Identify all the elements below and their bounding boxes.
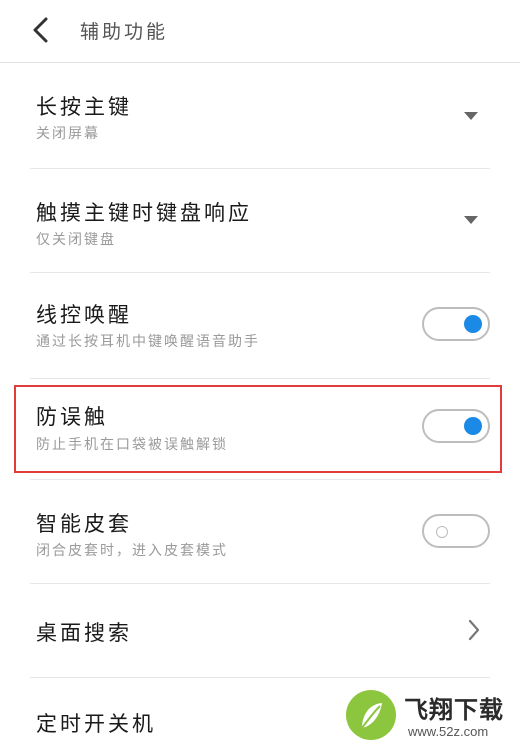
setting-title: 智能皮套	[36, 512, 132, 536]
setting-title: 触摸主键时键盘响应	[36, 201, 252, 225]
setting-smart-cover[interactable]: 智能皮套 闭合皮套时，进入皮套模式	[0, 480, 520, 584]
page-title: 辅助功能	[80, 21, 169, 43]
setting-subtitle: 闭合皮套时，进入皮套模式	[36, 543, 228, 559]
watermark-brand: 飞翔下载	[404, 696, 504, 724]
setting-title: 定时开关机	[36, 712, 156, 736]
setting-subtitle: 通过长按耳机中键唤醒语音助手	[36, 334, 260, 350]
back-button[interactable]	[26, 14, 56, 46]
setting-wire-control-wake[interactable]: 线控唤醒 通过长按耳机中键唤醒语音助手	[0, 273, 520, 379]
toggle-knob	[436, 526, 448, 538]
leaf-icon	[361, 703, 382, 729]
setting-home-key-keyboard-response[interactable]: 触摸主键时键盘响应 仅关闭键盘	[0, 169, 520, 273]
setting-title: 桌面搜索	[36, 621, 132, 645]
wire-wake-toggle[interactable]	[422, 307, 490, 341]
setting-subtitle: 仅关闭键盘	[36, 232, 116, 248]
chevron-right-icon[interactable]	[466, 618, 482, 642]
dropdown-caret-icon[interactable]	[464, 216, 478, 224]
back-arrow-icon	[33, 17, 48, 43]
highlight-box	[14, 385, 502, 473]
toggle-knob	[464, 315, 482, 333]
setting-desktop-search[interactable]: 桌面搜索	[0, 584, 520, 678]
brand-logo-icon	[346, 690, 396, 740]
watermark: 飞翔下载 www.52z.com	[346, 688, 520, 748]
setting-title: 长按主键	[36, 95, 132, 119]
setting-title: 线控唤醒	[36, 303, 132, 327]
setting-long-press-home[interactable]: 长按主键 关闭屏幕	[0, 63, 520, 169]
dropdown-caret-icon[interactable]	[464, 112, 478, 120]
smart-cover-toggle[interactable]	[422, 514, 490, 548]
app-header: 辅助功能	[0, 0, 520, 63]
watermark-url: www.52z.com	[408, 724, 489, 739]
setting-subtitle: 关闭屏幕	[36, 126, 100, 142]
